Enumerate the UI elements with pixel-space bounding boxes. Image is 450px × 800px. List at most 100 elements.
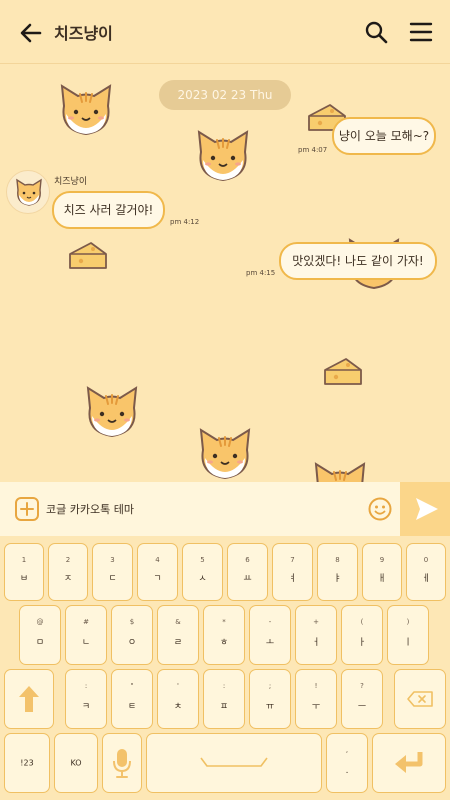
enter-key[interactable]: [372, 733, 446, 793]
key-label: ㅓ: [311, 638, 321, 648]
message-input[interactable]: [46, 497, 356, 521]
key-hint: #: [83, 618, 89, 626]
cat-face-icon: [86, 386, 138, 438]
key-hint: -: [268, 618, 272, 626]
received-message-bubble[interactable]: 치즈 사러 갈거야!: [52, 191, 165, 229]
key-ㅓ[interactable]: + ㅓ: [295, 605, 337, 665]
enter-arrow-icon: [395, 752, 423, 773]
sender-avatar[interactable]: [6, 170, 50, 214]
space-bar[interactable]: [146, 733, 322, 793]
key-label: ㅐ: [377, 574, 387, 584]
space-icon: [200, 757, 268, 767]
send-button[interactable]: [400, 482, 450, 536]
key-hint: 6: [245, 556, 250, 564]
key-ㄱ[interactable]: 4ㄱ: [137, 543, 178, 601]
plus-icon[interactable]: [14, 496, 40, 522]
key-hint: (: [360, 618, 364, 626]
key-ㅍ[interactable]: :ㅍ: [203, 669, 245, 729]
key-hint: 7: [290, 556, 295, 564]
key-ㅌ[interactable]: " ㅌ: [111, 669, 153, 729]
cat-face-icon: [60, 84, 112, 136]
key-ㅇ[interactable]: $ ㅇ: [111, 605, 153, 665]
key-hint: 0: [423, 556, 429, 564]
key-ㄹ[interactable]: & ㄹ: [157, 605, 199, 665]
cheese-icon: [69, 242, 107, 269]
key-ㅛ[interactable]: 6ㅛ: [227, 543, 268, 601]
key-hint: +: [313, 618, 319, 626]
chat-header: 치즈냥이: [0, 0, 450, 64]
key-label: ㅋ: [81, 702, 91, 712]
shift-key[interactable]: [4, 669, 54, 729]
message-time: pm 4:15: [246, 269, 276, 277]
numbers-symbols-key[interactable]: !23: [4, 733, 50, 793]
key-ㅜ[interactable]: ! ㅜ: [295, 669, 337, 729]
shift-arrow-icon: [19, 686, 39, 712]
key-label: ㅌ: [127, 702, 137, 712]
key-ㄷ[interactable]: 3ㄷ: [92, 543, 133, 601]
key-hint: 5: [200, 556, 205, 564]
back-arrow-icon[interactable]: [16, 18, 46, 48]
key-ㅋ[interactable]: :ㅋ: [65, 669, 107, 729]
message-input-bar: [0, 482, 450, 536]
key-hint: 3: [110, 556, 115, 564]
key-ㅡ[interactable]: ? ㅡ: [341, 669, 383, 729]
key-ㅑ[interactable]: 8ㅑ: [317, 543, 358, 601]
backspace-key[interactable]: [394, 669, 446, 729]
backspace-icon: [407, 691, 433, 707]
key-ㅊ[interactable]: ' ㅊ: [157, 669, 199, 729]
key-label: KO: [70, 758, 82, 768]
cat-avatar-icon: [16, 178, 42, 206]
chat-area[interactable]: 2023 02 23 Thu pm 4:07 냥이 오늘 모해~? 치즈냥이 치…: [0, 64, 450, 482]
key-label: ㅅ: [198, 574, 207, 584]
language-switch-key[interactable]: KO: [54, 733, 98, 793]
key-hint: &: [175, 618, 181, 626]
key-label: ㄴ: [81, 638, 91, 648]
voice-input-key[interactable]: [102, 733, 142, 793]
sent-message-bubble[interactable]: 냥이 오늘 모해~?: [332, 117, 436, 155]
key-label: ㅠ: [265, 702, 275, 712]
key-ㅕ[interactable]: 7ㅕ: [272, 543, 313, 601]
key-ㅂ[interactable]: 1ㅂ: [4, 543, 44, 601]
cheese-icon: [324, 358, 362, 385]
cat-face-icon: [197, 130, 249, 182]
microphone-icon: [113, 749, 131, 778]
key-ㅗ[interactable]: -ㅗ: [249, 605, 291, 665]
search-icon[interactable]: [362, 18, 390, 46]
key-label: ㅇ: [127, 638, 137, 648]
key-ㅅ[interactable]: 5ㅅ: [182, 543, 223, 601]
cat-face-icon: [199, 428, 251, 480]
key-ㅈ[interactable]: 2ㅈ: [48, 543, 88, 601]
key-label: ㅊ: [173, 702, 183, 712]
key-hint: ": [130, 682, 134, 690]
key-ㄴ[interactable]: # ㄴ: [65, 605, 107, 665]
key-ㅐ[interactable]: 9ㅐ: [362, 543, 402, 601]
emoji-smile-icon[interactable]: [367, 496, 393, 522]
key-ㅁ[interactable]: @ ㅁ: [19, 605, 61, 665]
period-key[interactable]: ,.: [326, 733, 368, 793]
key-label: ㅕ: [288, 574, 297, 584]
hamburger-menu-icon[interactable]: [406, 18, 436, 46]
key-hint: :: [222, 682, 226, 690]
key-label: ㄱ: [153, 574, 162, 584]
key-hint: :: [84, 682, 88, 690]
key-hint: ): [406, 618, 410, 626]
key-label: ㅛ: [243, 574, 252, 584]
key-label: ㅜ: [311, 702, 321, 712]
key-ㅏ[interactable]: (ㅏ: [341, 605, 383, 665]
key-hint: 8: [335, 556, 340, 564]
key-label: ㄹ: [173, 638, 183, 648]
key-hint: ?: [360, 682, 364, 690]
key-ㅎ[interactable]: * ㅎ: [203, 605, 245, 665]
key-label: ㅎ: [219, 638, 229, 648]
key-hint: *: [222, 618, 226, 626]
key-ㅣ[interactable]: ) ㅣ: [387, 605, 429, 665]
key-hint: ': [177, 682, 179, 690]
key-label: ㄷ: [108, 574, 117, 584]
key-label: .: [345, 766, 349, 776]
key-ㅠ[interactable]: ; ㅠ: [249, 669, 291, 729]
key-ㅔ[interactable]: 0ㅔ: [406, 543, 446, 601]
key-hint: 9: [379, 556, 385, 564]
key-hint: ,: [345, 746, 349, 754]
key-label: !23: [20, 758, 34, 768]
sent-message-bubble[interactable]: 맛있겠다! 나도 같이 가자!: [279, 242, 437, 280]
